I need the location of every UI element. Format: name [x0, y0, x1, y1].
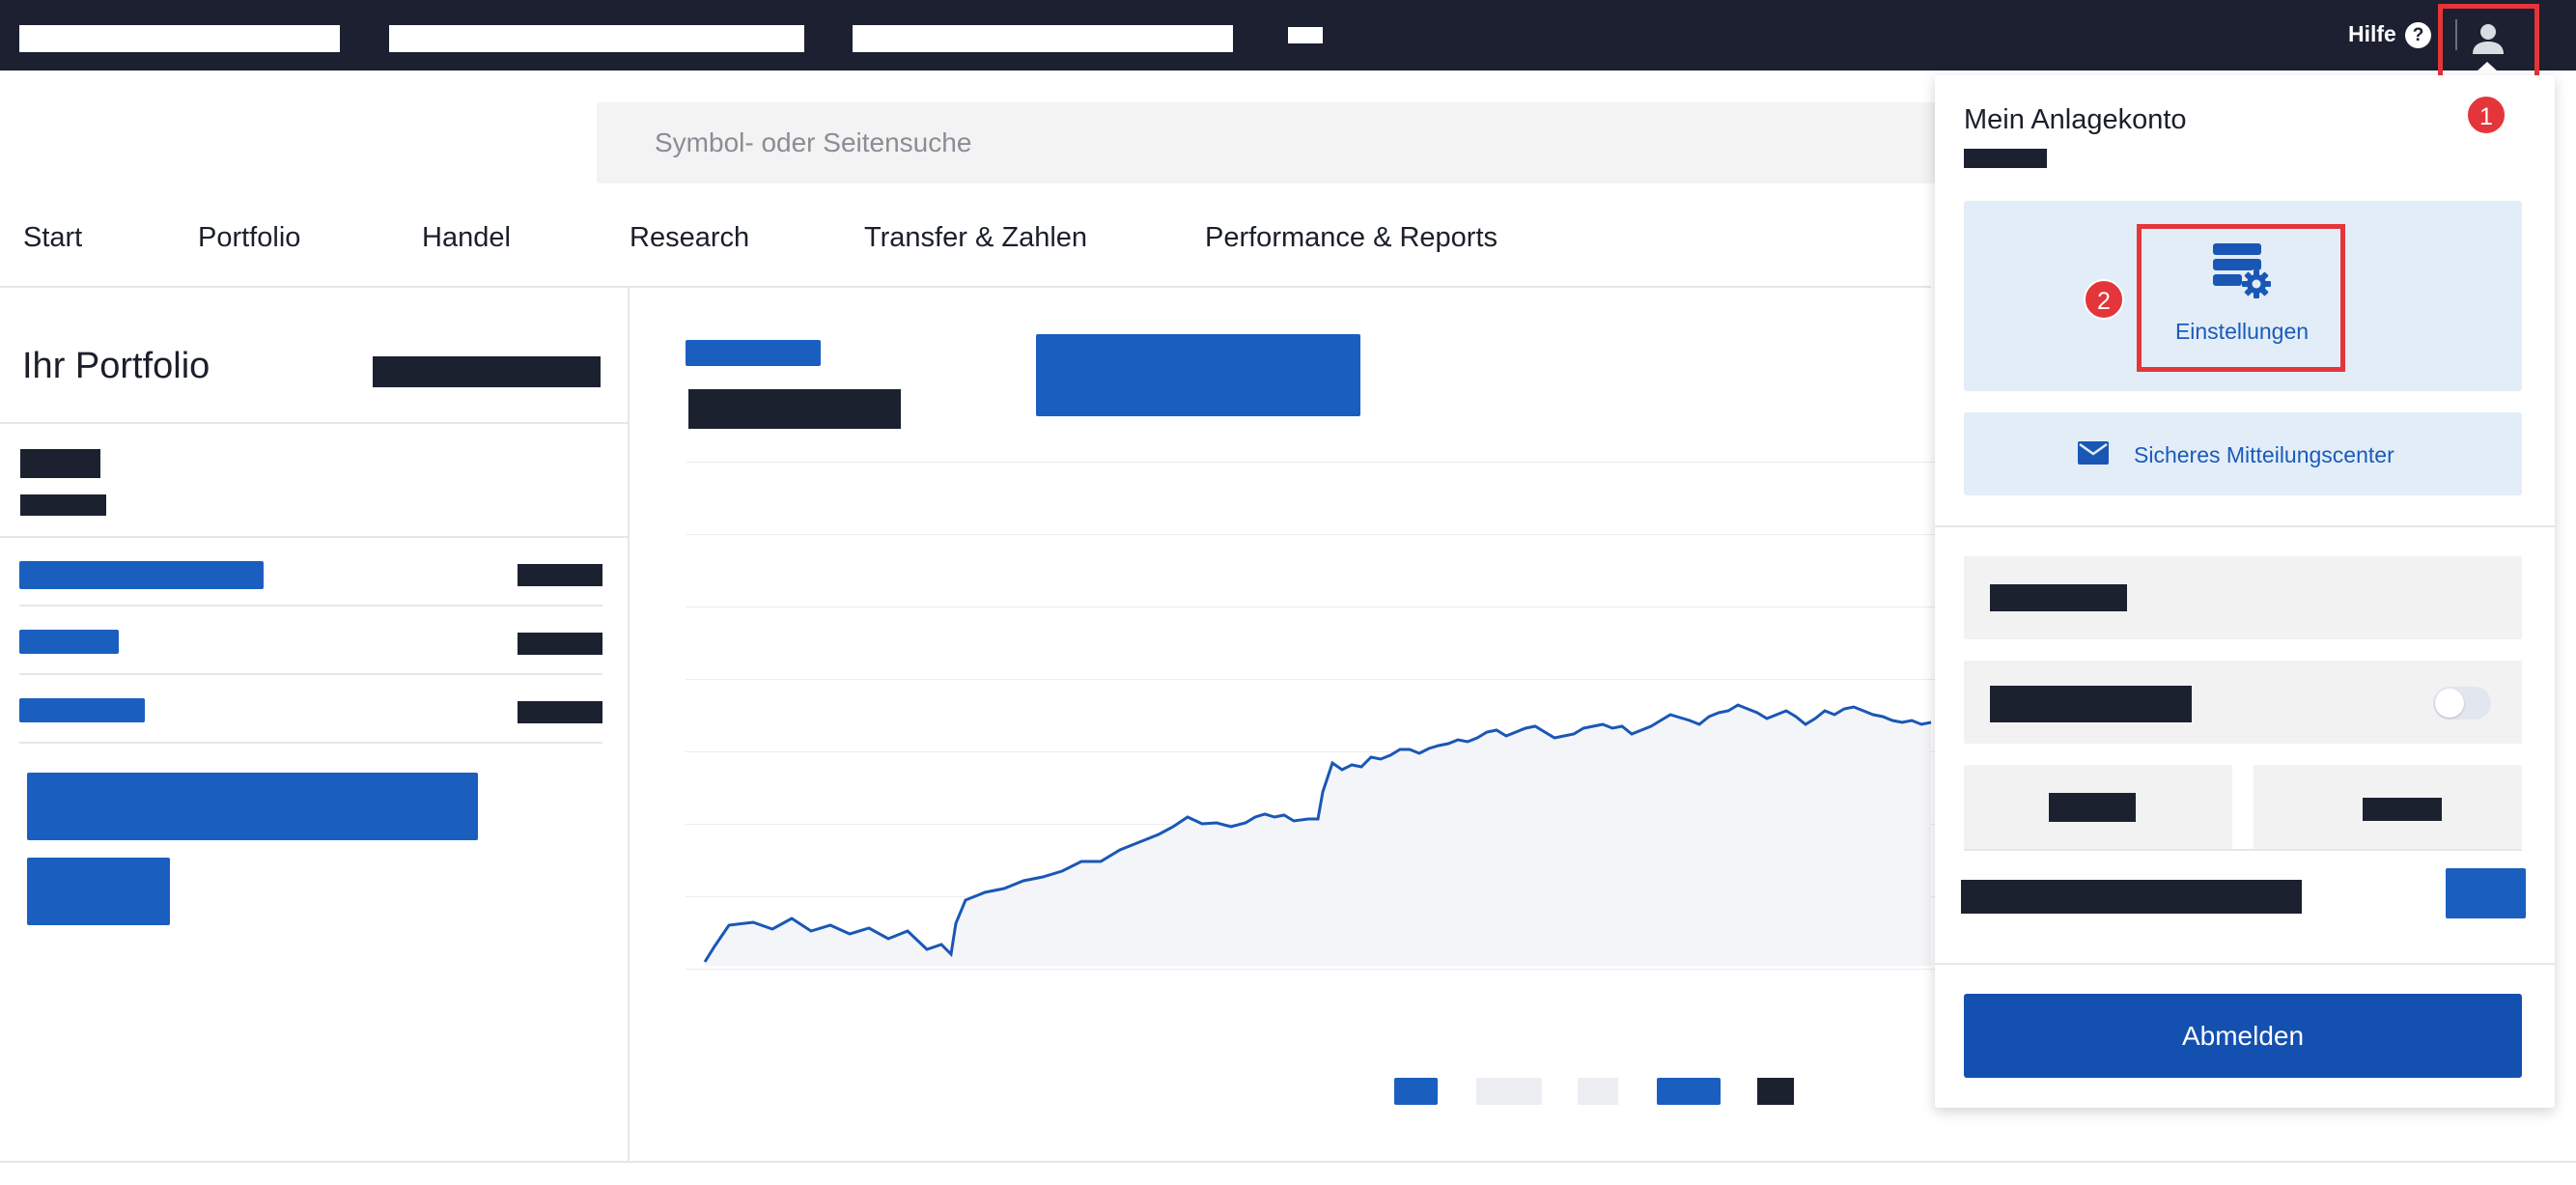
- redacted-account-value-1: [518, 564, 602, 586]
- redacted-info-text: [1961, 880, 2302, 914]
- gridline: [686, 534, 1941, 535]
- account-link-2[interactable]: [19, 630, 119, 654]
- panel-divider: [1935, 963, 2555, 965]
- panel-divider: [1964, 849, 2522, 851]
- range-option-5[interactable]: [1757, 1078, 1794, 1105]
- gridline: [686, 462, 1941, 463]
- annotation-badge-1: 1: [2466, 95, 2506, 135]
- toggle-knob: [2435, 689, 2464, 718]
- question-icon[interactable]: ?: [2405, 22, 2431, 48]
- redacted-account-value-3: [518, 701, 602, 723]
- nav-item-handel[interactable]: Handel: [422, 222, 511, 254]
- divider: [19, 673, 602, 675]
- panel-divider: [1935, 525, 2555, 527]
- help-link[interactable]: Hilfe: [2348, 21, 2396, 47]
- range-option-4[interactable]: [1657, 1078, 1721, 1105]
- redacted-account-number: [1964, 149, 2047, 168]
- redacted-stat-value: [20, 494, 106, 516]
- search-box[interactable]: [597, 102, 1968, 183]
- range-option-2[interactable]: [1476, 1078, 1542, 1105]
- redacted-top-link-2[interactable]: [389, 25, 804, 52]
- redacted-top-link-1[interactable]: [19, 25, 340, 52]
- redacted-chart-value: [688, 389, 901, 429]
- chart-period-link[interactable]: [686, 340, 821, 366]
- account-menu-title: Mein Anlagekonto: [1964, 104, 2187, 135]
- nav-item-portfolio[interactable]: Portfolio: [198, 222, 300, 254]
- redacted-menu-option-1-label: [1990, 584, 2127, 611]
- redacted-menu-option-3-label: [2363, 798, 2442, 821]
- nav-item-start[interactable]: Start: [23, 222, 82, 254]
- account-link-1[interactable]: [19, 561, 264, 589]
- account-link-3[interactable]: [19, 698, 145, 722]
- search-input[interactable]: [655, 127, 1524, 158]
- redacted-stat-label: [20, 449, 100, 478]
- redacted-portfolio-value: [373, 356, 601, 387]
- annotation-badge-2: 2: [2084, 279, 2124, 320]
- footer-divider: [0, 1161, 2576, 1163]
- range-option-1[interactable]: [1394, 1078, 1438, 1105]
- divider: [19, 742, 602, 744]
- secondary-action-button[interactable]: [27, 858, 170, 925]
- redacted-top-link-4[interactable]: [1288, 27, 1323, 43]
- redacted-menu-option-2-label: [2049, 793, 2136, 822]
- secure-message-center-label[interactable]: Sicheres Mitteilungscenter: [2134, 442, 2394, 468]
- nav-item-research[interactable]: Research: [630, 222, 749, 254]
- performance-line-chart: [703, 703, 1932, 966]
- redacted-toggle-label: [1990, 686, 2192, 722]
- chart-area-fill: [705, 705, 1931, 966]
- mail-icon[interactable]: [2078, 441, 2109, 465]
- divider: [0, 536, 628, 538]
- nav-item-transfer[interactable]: Transfer & Zahlen: [864, 222, 1087, 254]
- primary-action-button[interactable]: [27, 773, 478, 840]
- panel-divider: [628, 288, 630, 1161]
- redacted-account-value-2: [518, 633, 602, 655]
- portfolio-title: Ihr Portfolio: [22, 346, 210, 386]
- user-icon[interactable]: [2468, 19, 2508, 60]
- nav-divider: [0, 286, 1931, 288]
- divider: [19, 605, 602, 607]
- chart-action-button[interactable]: [1036, 334, 1360, 416]
- settings-highlight-box: [2137, 224, 2345, 372]
- range-option-3[interactable]: [1578, 1078, 1618, 1105]
- nav-item-performance[interactable]: Performance & Reports: [1205, 222, 1498, 254]
- divider: [0, 422, 628, 424]
- redacted-top-link-3[interactable]: [853, 25, 1233, 52]
- info-action-button[interactable]: [2446, 868, 2526, 918]
- logout-button[interactable]: Abmelden: [1964, 994, 2522, 1078]
